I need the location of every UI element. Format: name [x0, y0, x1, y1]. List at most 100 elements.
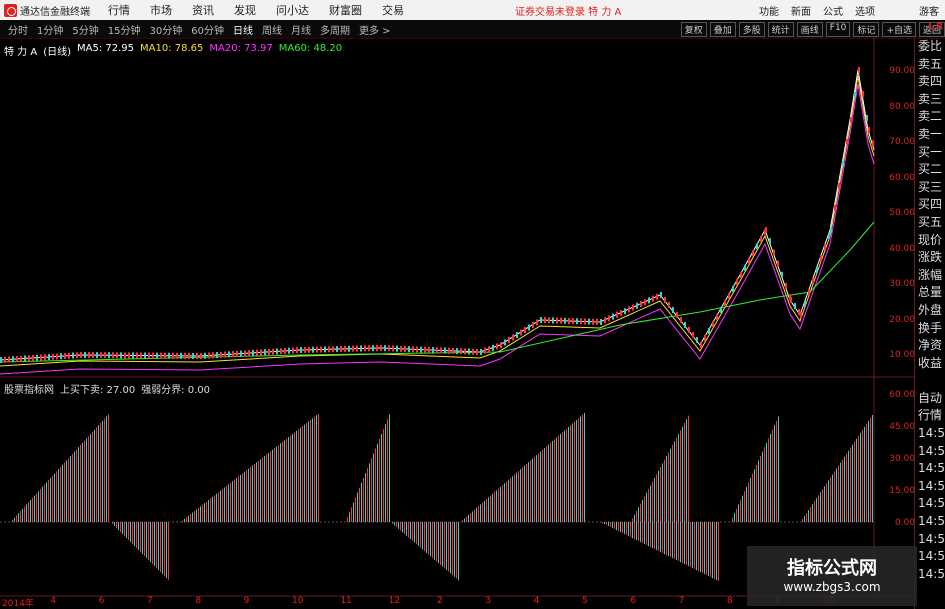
indicator-bar [424, 522, 425, 552]
candle [188, 352, 190, 359]
candle [224, 351, 226, 358]
indicator-bar [522, 467, 523, 522]
x-tick-3: 7 [147, 596, 153, 606]
indicator-bar [652, 522, 653, 548]
indicator-bar [520, 469, 521, 522]
candle [184, 352, 186, 359]
indicator-bar [698, 522, 699, 571]
indicator-bar [484, 500, 485, 522]
indicator-bar [630, 522, 631, 537]
candle [84, 352, 86, 359]
side-item-0: 委比 [918, 39, 943, 53]
indicator-bar [582, 414, 583, 522]
candle [688, 327, 690, 333]
indicator-bar [806, 513, 807, 522]
indicator-bar [822, 489, 823, 522]
candle [48, 354, 50, 360]
indicator-bar [506, 481, 507, 522]
candle [672, 307, 674, 313]
indicator-bar [244, 471, 245, 522]
side-item-15: 外盘 [918, 302, 943, 317]
candle [260, 349, 262, 356]
candle [868, 127, 870, 133]
quote-side-panel: 委比 卖五 卖四 卖三 卖二 卖一 买一 买二 买三 买四 买五 现价 涨跌 涨幅 总量 外盘 换手 净资 收益 自动… [914, 38, 945, 609]
indicator-bar [18, 513, 19, 522]
candle [584, 318, 586, 325]
indicator-bar [670, 448, 671, 522]
indicator-bar [532, 458, 533, 522]
candle [460, 348, 462, 355]
indicator-bar [492, 493, 493, 522]
candle [164, 352, 166, 359]
indicator-bar [150, 522, 151, 562]
indicator-bar [654, 522, 655, 549]
indicator-bar [414, 522, 415, 543]
side-item-12: 涨跌 [918, 250, 943, 265]
candle [728, 293, 730, 299]
indicator-bar [640, 522, 641, 542]
side-item-21[interactable]: 行情 [915, 407, 945, 425]
indicator-bar [190, 514, 191, 522]
indicator-bar [638, 507, 639, 522]
indicator-bar [192, 512, 193, 522]
indicator-bar [802, 519, 803, 522]
indicator-bar [678, 434, 679, 522]
indicator-bar [34, 495, 35, 522]
indicator-bar [16, 515, 17, 522]
indicator-bar [672, 522, 673, 558]
indicator-bar [446, 522, 447, 570]
indicator-bar [146, 522, 147, 558]
candle [838, 183, 840, 189]
indicator-bar [389, 414, 390, 522]
candle [652, 295, 654, 302]
indicator-bar [768, 438, 769, 522]
candle [552, 317, 554, 324]
indicator-bar [144, 522, 145, 556]
indicator-bar [230, 482, 231, 522]
indicator-bar [286, 438, 287, 522]
candle [20, 355, 22, 362]
candle [424, 346, 426, 353]
candle [644, 299, 646, 306]
side-item-20[interactable]: 自动 [915, 390, 945, 408]
indicator-bar [367, 468, 368, 522]
indicator-bar [474, 509, 475, 522]
indicator-bar [848, 450, 849, 522]
candlestick-chart[interactable] [0, 0, 945, 609]
indicator-bar [26, 504, 27, 522]
candle [32, 355, 34, 361]
candle [368, 345, 370, 352]
indicator-bar [349, 512, 350, 522]
indicator-bar [660, 467, 661, 522]
watermark-url: www.zbgs3.com [783, 580, 881, 594]
indicator-bar [570, 425, 571, 522]
indicator-bar [816, 498, 817, 522]
indicator-bar [512, 476, 513, 522]
indicator-bar [530, 460, 531, 522]
x-tick-5: 9 [243, 596, 250, 606]
indicator-bar [82, 442, 83, 522]
candle [116, 352, 118, 359]
candle [769, 238, 771, 245]
indicator-bar [762, 451, 763, 522]
indicator-bar [526, 463, 527, 522]
indicator-bar [658, 470, 659, 522]
indicator-bar [566, 428, 567, 522]
candle [152, 352, 154, 359]
indicator-bar [558, 435, 559, 522]
candle [396, 345, 398, 352]
indicator-bar [44, 484, 45, 522]
indicator-bar [554, 439, 555, 522]
candle [476, 348, 478, 355]
candle [156, 352, 158, 359]
candle [292, 347, 294, 354]
indicator-bar [365, 473, 366, 522]
candle [124, 352, 126, 359]
indicator-bar [688, 415, 689, 522]
indicator-bar [98, 425, 99, 522]
indicator-bar [766, 442, 767, 522]
candle [220, 351, 222, 358]
indicator-bar [710, 522, 711, 577]
candle [136, 352, 138, 359]
indicator-bar [774, 425, 775, 522]
